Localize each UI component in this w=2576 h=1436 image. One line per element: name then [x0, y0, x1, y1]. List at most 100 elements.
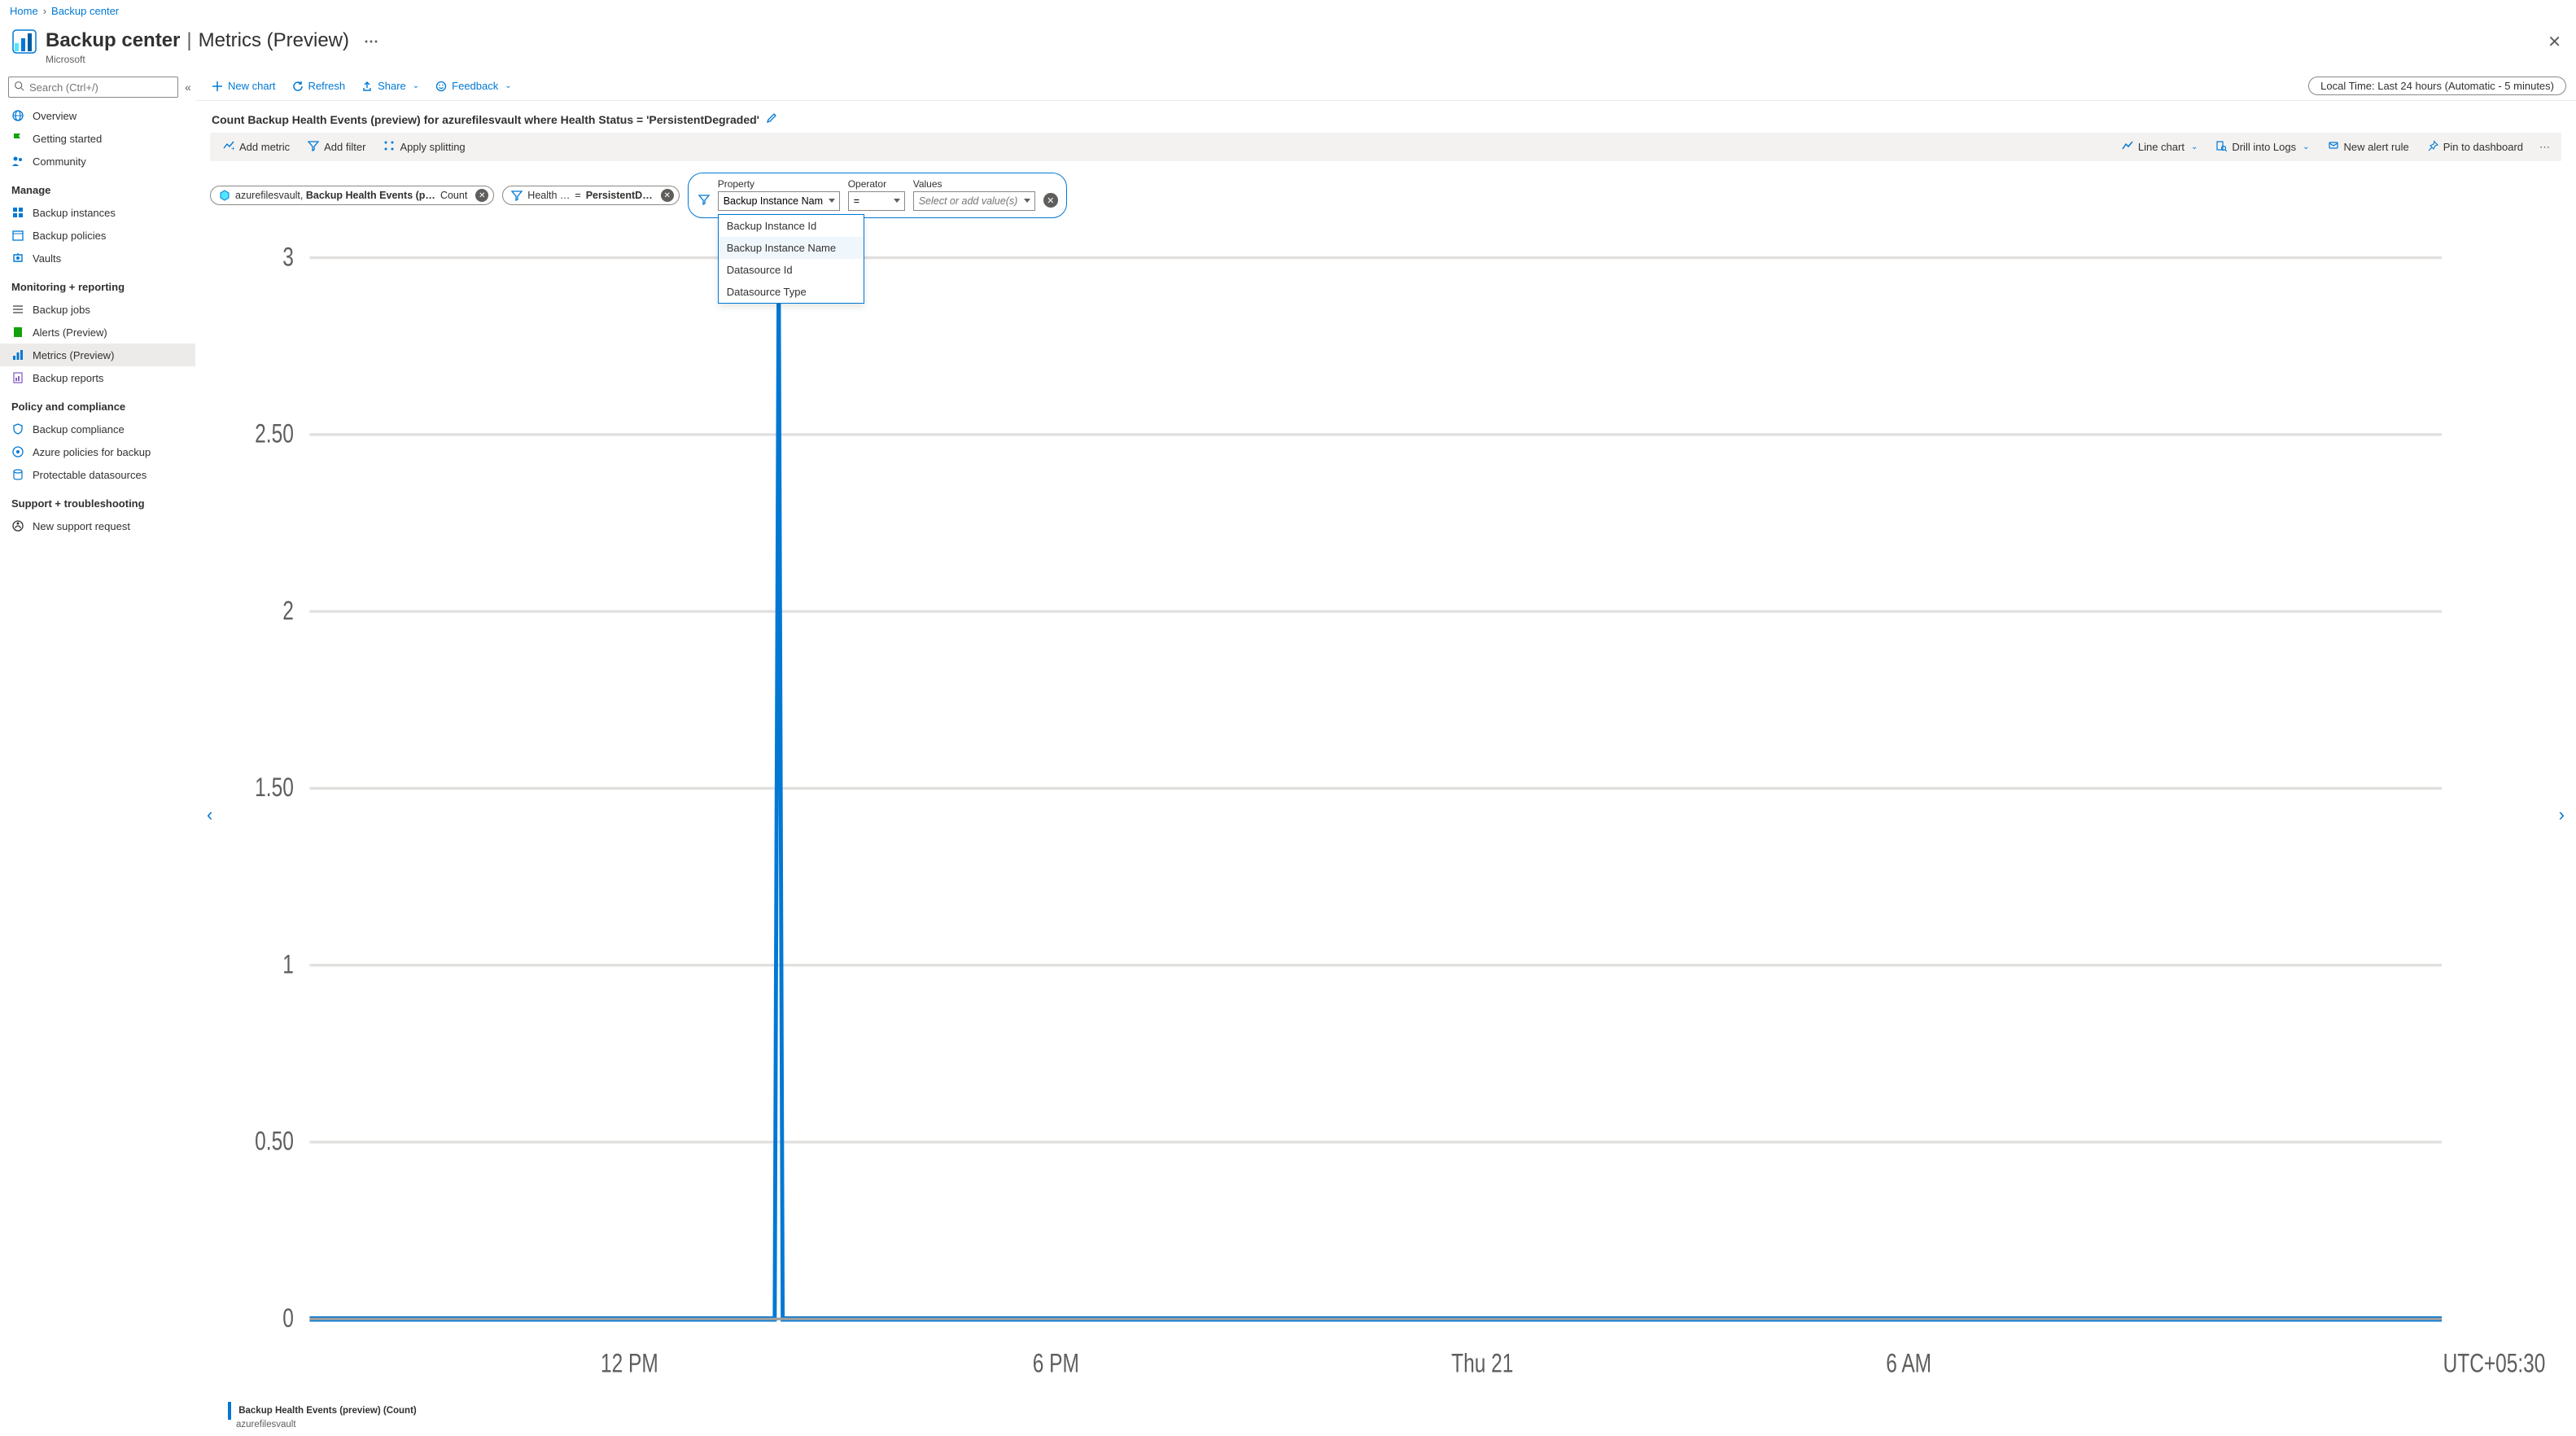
sidebar-item-vaults[interactable]: Vaults — [0, 247, 195, 269]
globe-icon — [11, 109, 24, 122]
breadcrumb-current[interactable]: Backup center — [51, 5, 119, 17]
remove-metric-button[interactable]: ✕ — [475, 189, 488, 202]
toolbar: New chart Refresh Share ⌄ Feedback ⌄ Loc… — [195, 72, 2576, 101]
apply-splitting-button[interactable]: Apply splitting — [375, 136, 473, 158]
backup-center-icon — [11, 28, 37, 55]
book-icon — [11, 326, 24, 339]
sidebar: « OverviewGetting startedCommunityManage… — [0, 72, 195, 1436]
sidebar-item-protectable-datasources[interactable]: Protectable datasources — [0, 463, 195, 486]
sidebar-item-azure-policies-for-backup[interactable]: Azure policies for backup — [0, 440, 195, 463]
svg-text:3: 3 — [282, 243, 294, 272]
org-label: Microsoft — [46, 54, 2548, 65]
chevron-down-icon: ⌄ — [2191, 142, 2198, 151]
property-label: Property — [718, 178, 840, 190]
filter-icon — [308, 140, 319, 154]
page-header: Backup center | Metrics (Preview) ⋯ Micr… — [0, 22, 2576, 72]
breadcrumb: Home › Backup center — [0, 0, 2576, 22]
chevron-down-icon: ⌄ — [413, 81, 419, 90]
sidebar-item-backup-compliance[interactable]: Backup compliance — [0, 418, 195, 440]
page-subtitle: Metrics (Preview) — [199, 29, 349, 52]
refresh-button[interactable]: Refresh — [286, 77, 352, 95]
chart-prev-button[interactable]: ‹ — [207, 804, 212, 825]
smiley-icon — [435, 81, 447, 92]
people-icon — [11, 155, 24, 168]
logs-icon — [2215, 140, 2227, 154]
sidebar-item-community[interactable]: Community — [0, 150, 195, 173]
legend-swatch — [228, 1402, 231, 1420]
feedback-button[interactable]: Feedback ⌄ — [429, 77, 518, 95]
refresh-icon — [292, 81, 304, 92]
policy-icon — [11, 445, 24, 458]
sidebar-collapse-button[interactable]: « — [185, 81, 191, 94]
sidebar-item-backup-reports[interactable]: Backup reports — [0, 366, 195, 389]
title-more-button[interactable]: ⋯ — [364, 33, 378, 50]
new-chart-button[interactable]: New chart — [205, 77, 282, 95]
operator-label: Operator — [848, 178, 905, 190]
plus-icon — [212, 81, 223, 92]
support-icon — [11, 519, 24, 532]
filter-pill[interactable]: Health … = PersistentD… ✕ — [502, 186, 679, 205]
sidebar-section-header: Policy and compliance — [0, 389, 195, 418]
main-content: New chart Refresh Share ⌄ Feedback ⌄ Loc… — [195, 72, 2576, 1436]
chart-next-button[interactable]: › — [2559, 804, 2565, 825]
remove-filter-button[interactable]: ✕ — [661, 189, 674, 202]
dropdown-option[interactable]: Datasource Id — [719, 259, 864, 281]
add-filter-button[interactable]: Add filter — [300, 136, 374, 158]
sidebar-search-input[interactable] — [29, 81, 173, 94]
sidebar-search[interactable] — [8, 77, 178, 98]
add-metric-button[interactable]: + Add metric — [215, 136, 298, 158]
sidebar-item-backup-policies[interactable]: Backup policies — [0, 224, 195, 247]
vault-icon — [11, 252, 24, 265]
operator-select[interactable] — [848, 191, 905, 211]
values-label: Values — [913, 178, 1035, 190]
svg-text:1: 1 — [282, 950, 294, 979]
more-actions-button[interactable]: ⋯ — [2533, 138, 2556, 157]
values-select[interactable] — [913, 191, 1035, 211]
pin-button[interactable]: Pin to dashboard — [2419, 136, 2531, 158]
grid-icon — [11, 206, 24, 219]
flag-icon — [11, 132, 24, 145]
dropdown-option[interactable]: Backup Instance Id — [719, 215, 864, 237]
sidebar-item-metrics-preview-[interactable]: Metrics (Preview) — [0, 344, 195, 366]
chart-title: Count Backup Health Events (preview) for… — [212, 113, 759, 126]
sidebar-section-header: Manage — [0, 173, 195, 201]
share-icon — [361, 81, 373, 92]
report-icon — [11, 371, 24, 384]
drill-logs-button[interactable]: Drill into Logs ⌄ — [2207, 136, 2317, 158]
sidebar-item-backup-instances[interactable]: Backup instances — [0, 201, 195, 224]
sidebar-item-getting-started[interactable]: Getting started — [0, 127, 195, 150]
pin-icon — [2427, 140, 2438, 154]
sidebar-item-alerts-preview-[interactable]: Alerts (Preview) — [0, 321, 195, 344]
svg-text:+: + — [231, 145, 234, 151]
close-button[interactable]: ✕ — [2548, 32, 2561, 52]
share-button[interactable]: Share ⌄ — [355, 77, 426, 95]
metric-pill[interactable]: azurefilesvault, Backup Health Events (p… — [210, 186, 494, 205]
line-chart: 00.5011.5022.50312 PM6 PMThu 216 AMUTC+0… — [210, 231, 2561, 1399]
search-icon — [14, 81, 24, 94]
svg-text:2: 2 — [282, 597, 294, 626]
property-dropdown: Backup Instance IdBackup Instance NameDa… — [718, 214, 864, 304]
sidebar-item-new-support-request[interactable]: New support request — [0, 514, 195, 537]
time-range-button[interactable]: Local Time: Last 24 hours (Automatic - 5… — [2308, 77, 2566, 95]
line-chart-icon — [2122, 140, 2133, 154]
sidebar-section-header: Support + troubleshooting — [0, 486, 195, 514]
svg-text:6 PM: 6 PM — [1033, 1349, 1079, 1378]
property-select[interactable] — [718, 191, 840, 211]
dropdown-option[interactable]: Datasource Type — [719, 281, 864, 303]
split-icon — [383, 140, 395, 154]
sidebar-item-overview[interactable]: Overview — [0, 104, 195, 127]
new-alert-button[interactable]: New alert rule — [2320, 136, 2417, 158]
edit-title-button[interactable] — [766, 112, 777, 126]
metric-action-bar: + Add metric Add filter Apply splitting … — [210, 133, 2561, 161]
breadcrumb-sep: › — [43, 5, 46, 17]
dropdown-option[interactable]: Backup Instance Name — [719, 237, 864, 259]
svg-text:Thu 21: Thu 21 — [1451, 1349, 1513, 1378]
page-title: Backup center — [46, 29, 180, 52]
svg-text:0: 0 — [282, 1304, 294, 1333]
funnel-icon — [511, 190, 523, 201]
chart-type-button[interactable]: Line chart ⌄ — [2114, 136, 2206, 158]
breadcrumb-home[interactable]: Home — [10, 5, 38, 17]
sidebar-item-backup-jobs[interactable]: Backup jobs — [0, 298, 195, 321]
svg-text:6 AM: 6 AM — [1886, 1349, 1931, 1378]
remove-filter-builder-button[interactable]: ✕ — [1043, 193, 1058, 208]
